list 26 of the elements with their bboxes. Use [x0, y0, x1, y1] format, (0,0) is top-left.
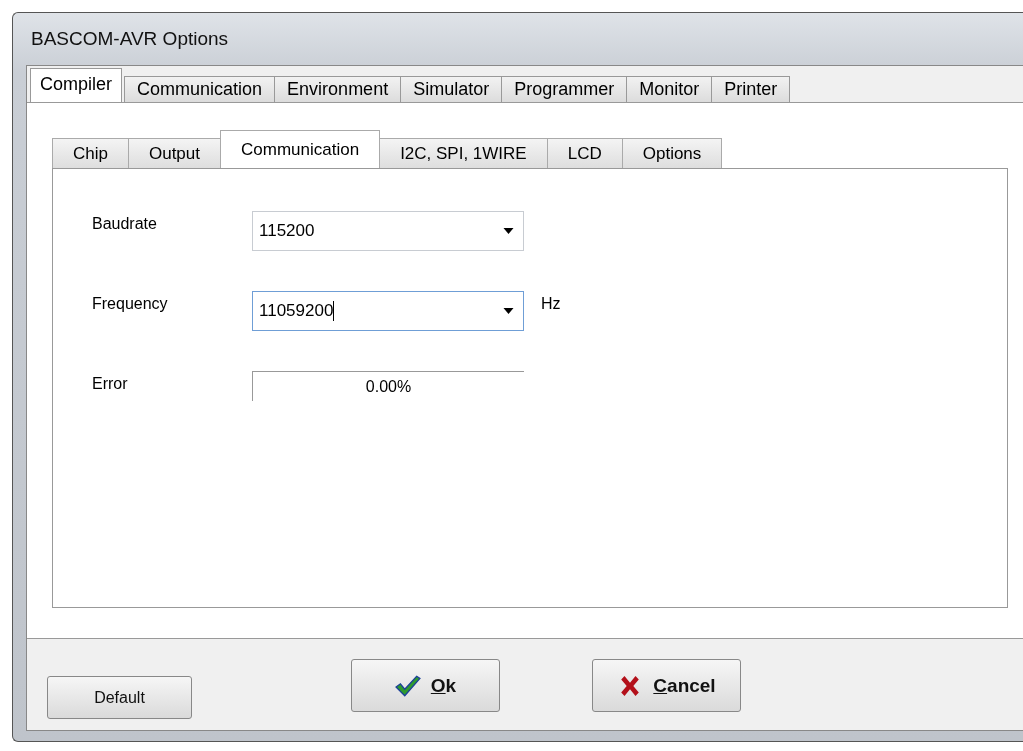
unit-label: Hz: [541, 295, 561, 313]
error-readout: 0.00%: [252, 371, 524, 401]
tab[interactable]: Compiler: [30, 68, 123, 102]
field-label: Baudrate: [92, 215, 158, 233]
ok-button[interactable]: Ok: [351, 659, 500, 712]
tab[interactable]: Simulator: [400, 76, 503, 102]
dropdown-arrow-icon[interactable]: [503, 228, 514, 234]
tab[interactable]: LCD: [546, 138, 623, 168]
default-button[interactable]: Default: [47, 676, 192, 719]
field-label: Frequency: [92, 295, 169, 313]
tab[interactable]: Options: [621, 138, 723, 168]
tab[interactable]: Environment: [274, 76, 402, 102]
dropdown-field[interactable]: 11059200: [252, 291, 524, 331]
tab[interactable]: Printer: [711, 76, 791, 102]
window-title: BASCOM-AVR Options: [31, 28, 229, 50]
field-label: Error: [92, 375, 129, 393]
cancel-button[interactable]: Cancel: [592, 659, 741, 712]
tab[interactable]: Programmer: [501, 76, 628, 102]
tab[interactable]: Communication: [124, 76, 276, 102]
tab[interactable]: Output: [127, 138, 221, 168]
dropdown-field[interactable]: 115200: [252, 211, 524, 251]
checkmark-icon: [394, 674, 421, 697]
dropdown-arrow-icon[interactable]: [503, 308, 514, 314]
tab[interactable]: Monitor: [626, 76, 713, 102]
tab[interactable]: I2C, SPI, 1WIRE: [379, 138, 548, 168]
tab[interactable]: Chip: [52, 138, 129, 168]
